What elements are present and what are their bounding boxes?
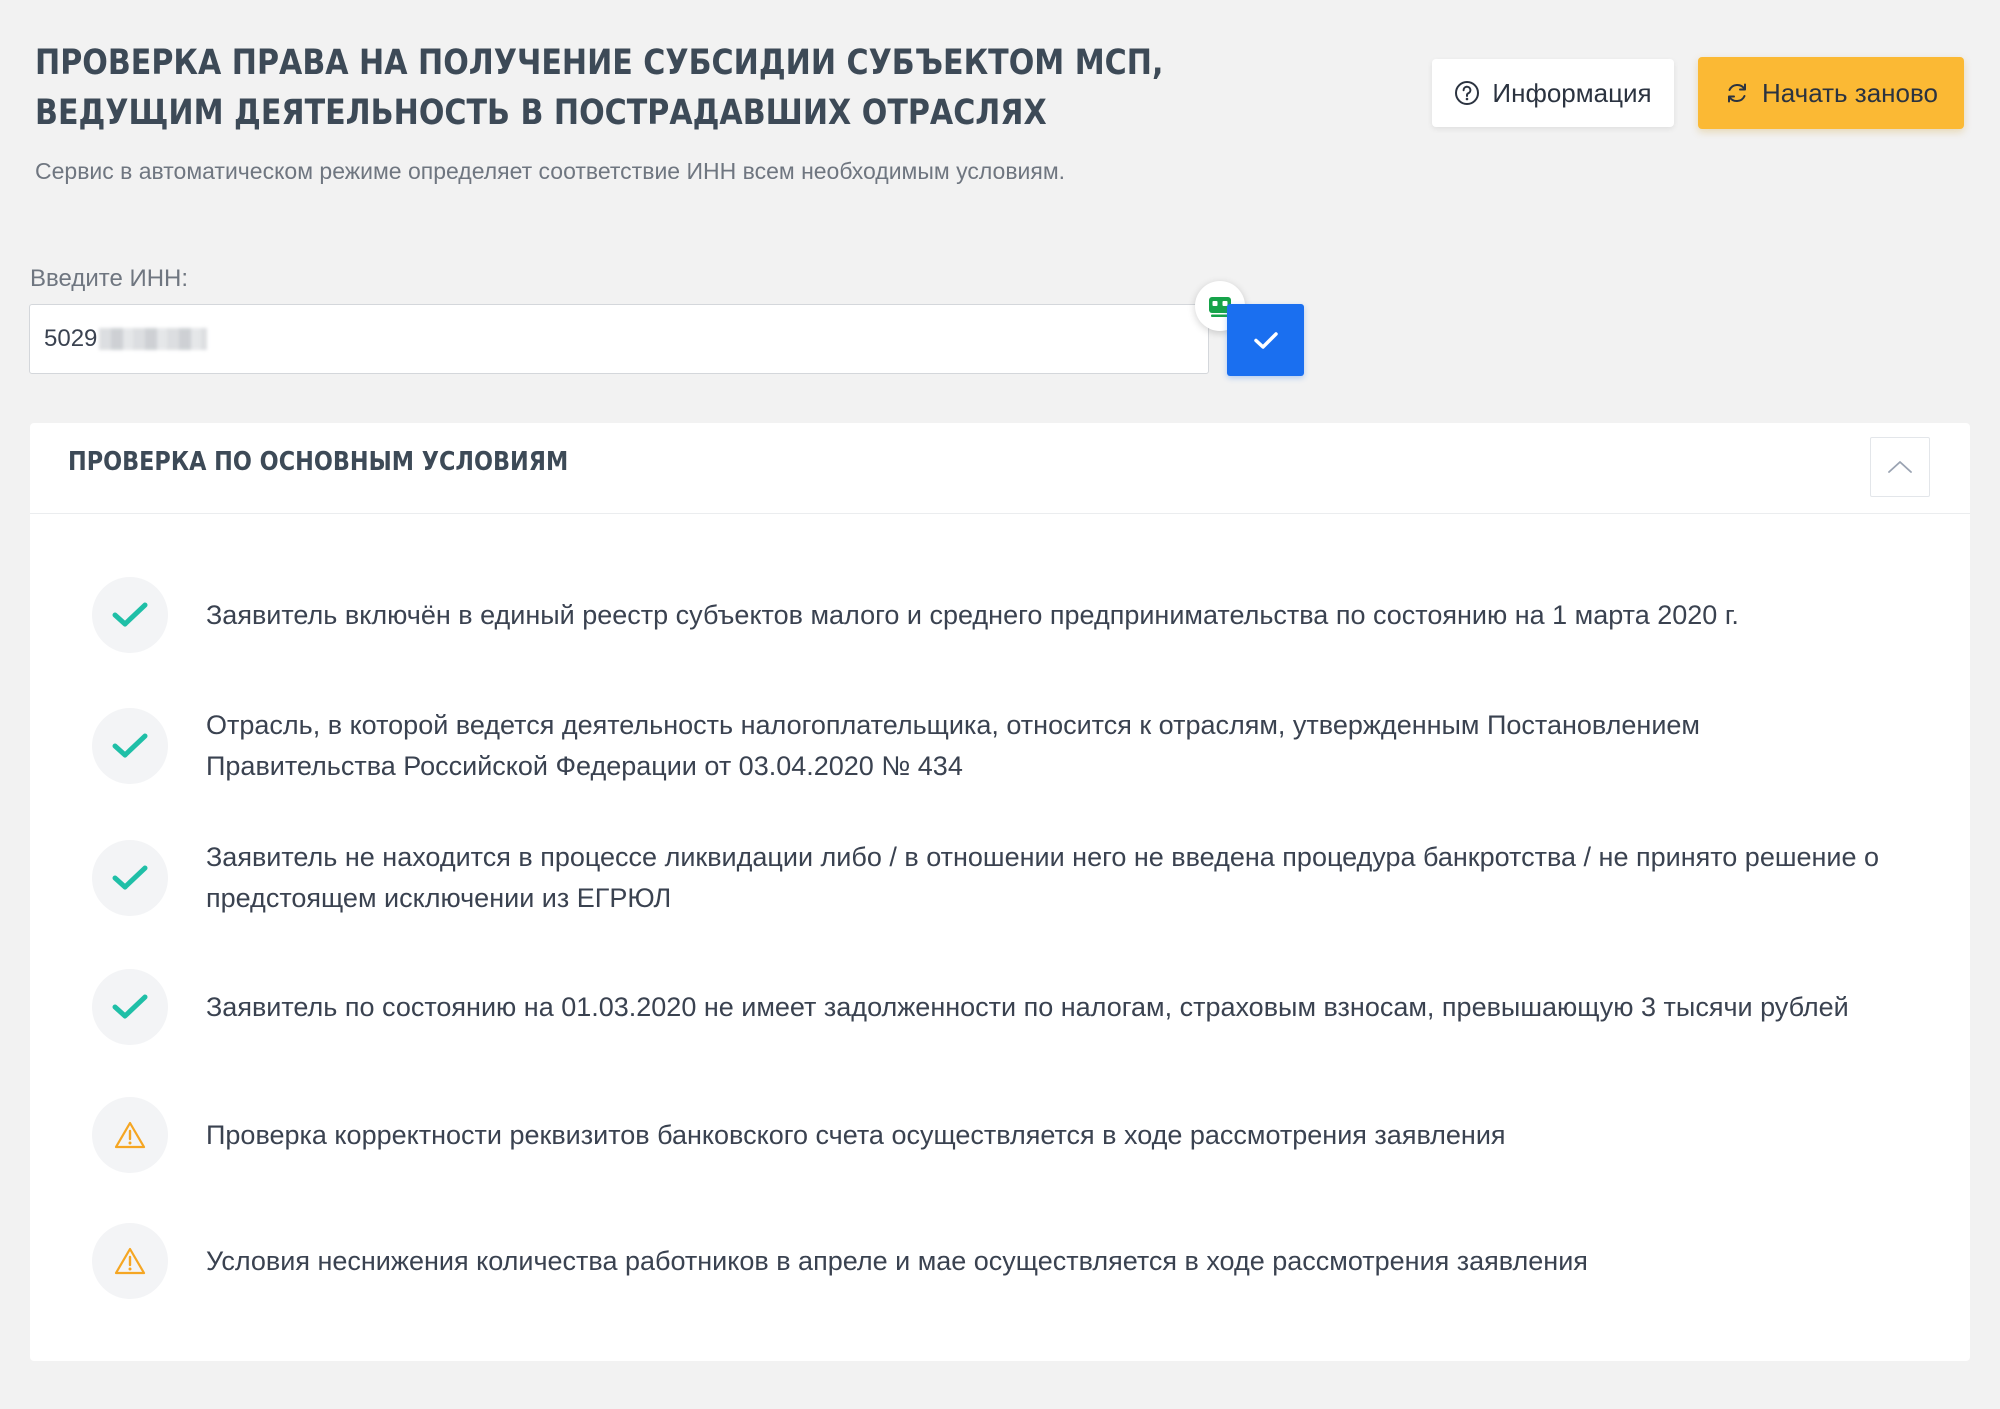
condition-item: Заявитель по состоянию на 01.03.2020 не … xyxy=(92,969,1912,1045)
warning-triangle-icon xyxy=(113,1246,147,1276)
submit-inn-button[interactable] xyxy=(1227,304,1304,376)
condition-text: Заявитель не находится в процессе ликвид… xyxy=(206,842,1880,913)
page-title: ПРОВЕРКА ПРАВА НА ПОЛУЧЕНИЕ СУБСИДИИ СУБ… xyxy=(35,43,1164,133)
warning-triangle-icon xyxy=(113,1120,147,1150)
condition-item: Заявитель не находится в процессе ликвид… xyxy=(92,837,1912,919)
inn-input[interactable]: 5029 xyxy=(29,304,1209,374)
collapse-button[interactable] xyxy=(1870,437,1930,497)
restart-button[interactable]: Начать заново xyxy=(1698,57,1964,129)
question-circle-icon xyxy=(1454,80,1480,106)
condition-status xyxy=(92,577,168,653)
condition-text: Условия неснижения количества работников… xyxy=(206,1245,1588,1276)
condition-item: Условия неснижения количества работников… xyxy=(92,1223,1912,1299)
page-subtitle: Сервис в автоматическом режиме определяе… xyxy=(35,158,1066,184)
check-icon xyxy=(110,731,150,761)
refresh-icon xyxy=(1724,80,1750,106)
check-icon xyxy=(110,992,150,1022)
info-button-label: Информация xyxy=(1492,77,1652,108)
panel-title: ПРОВЕРКА ПО ОСНОВНЫМ УСЛОВИЯМ xyxy=(68,447,569,477)
condition-text: Отрасль, в которой ведется деятельность … xyxy=(206,710,1700,781)
inn-label: Введите ИНН: xyxy=(30,265,189,292)
chevron-up-icon xyxy=(1887,459,1913,475)
panel-header: ПРОВЕРКА ПО ОСНОВНЫМ УСЛОВИЯМ xyxy=(30,423,1970,514)
condition-item: Отрасль, в которой ведется деятельность … xyxy=(92,705,1912,787)
inn-value: 5029 xyxy=(44,325,98,352)
condition-item: Заявитель включён в единый реестр субъек… xyxy=(92,577,1912,653)
conditions-panel: ПРОВЕРКА ПО ОСНОВНЫМ УСЛОВИЯМ Заявитель … xyxy=(30,423,1970,1361)
info-button[interactable]: Информация xyxy=(1432,59,1674,127)
condition-text: Проверка корректности реквизитов банковс… xyxy=(206,1119,1506,1150)
condition-text: Заявитель по состоянию на 01.03.2020 не … xyxy=(206,991,1849,1022)
condition-item: Проверка корректности реквизитов банковс… xyxy=(92,1097,1912,1173)
condition-status xyxy=(92,969,168,1045)
check-icon xyxy=(1252,329,1280,351)
redacted-digits xyxy=(99,328,208,350)
condition-status xyxy=(92,1097,168,1173)
condition-status xyxy=(92,1223,168,1299)
check-icon xyxy=(110,863,150,893)
condition-status xyxy=(92,708,168,784)
check-icon xyxy=(110,600,150,630)
condition-status xyxy=(92,840,168,916)
condition-text: Заявитель включён в единый реестр субъек… xyxy=(206,599,1739,630)
restart-button-label: Начать заново xyxy=(1762,77,1938,108)
